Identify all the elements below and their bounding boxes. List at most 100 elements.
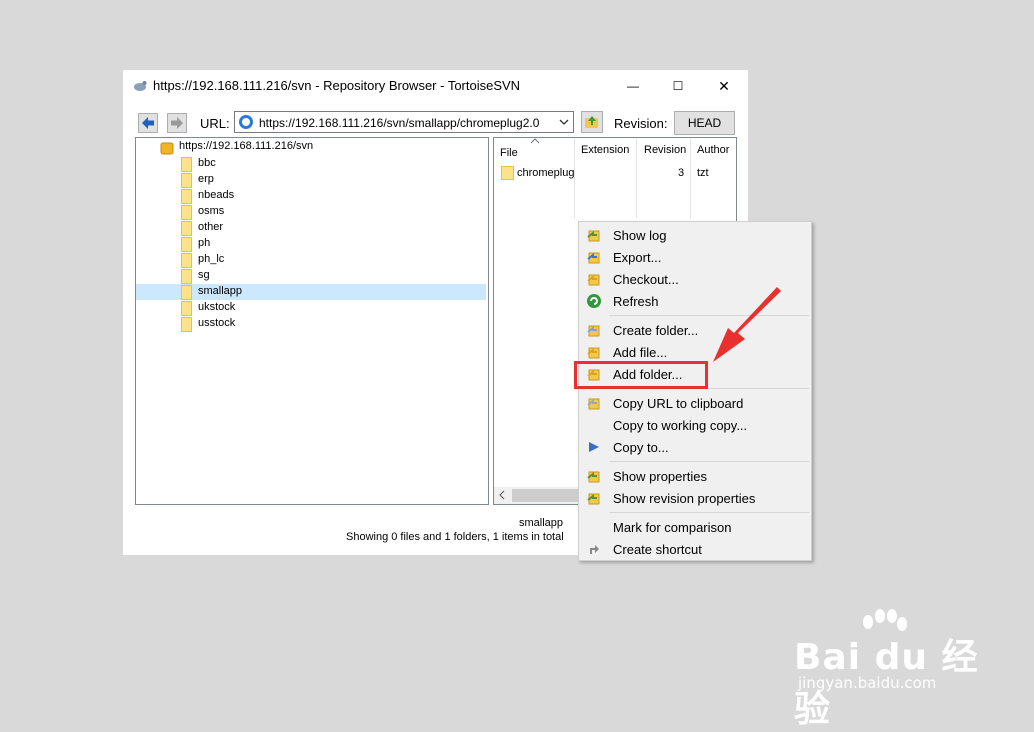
menu-item-label: Copy URL to clipboard (613, 396, 744, 411)
chevron-down-icon[interactable] (557, 115, 571, 129)
menu-separator (609, 315, 809, 316)
menu-item-label: Add file... (613, 345, 668, 360)
menu-item-show-log[interactable]: Show log (581, 224, 809, 246)
tree-item-ukstock[interactable]: ukstock (136, 300, 486, 316)
tree-item-label: erp (198, 173, 214, 185)
close-button[interactable]: ✕ (706, 74, 742, 98)
menu-item-copy-url-to-clipboard[interactable]: Copy URL to clipboard (581, 392, 809, 414)
create-folder-icon (587, 325, 600, 337)
repository-tree[interactable]: https://192.168.111.216/svn bbc erp nbeads… (135, 137, 489, 505)
menu-item-label: Show properties (613, 469, 707, 484)
maximize-button[interactable]: ☐ (660, 74, 696, 98)
folder-icon (501, 166, 514, 180)
menu-item-label: Copy to working copy... (613, 418, 748, 433)
column-header-extension[interactable]: Extension (581, 144, 629, 156)
folder-icon (181, 301, 192, 316)
folder-icon (181, 237, 192, 252)
file-row[interactable]: chromeplug 3 tzt (501, 166, 731, 182)
menu-item-show-revision-properties[interactable]: Show revision properties (581, 487, 809, 509)
status-selection: smallapp (519, 517, 564, 529)
checkout-icon (587, 274, 600, 286)
status-summary: Showing 0 files and 1 folders, 1 items i… (346, 531, 564, 543)
column-header-revision[interactable]: Revision (644, 144, 686, 156)
menu-item-copy-to[interactable]: Copy to... (581, 436, 809, 458)
folder-icon (181, 253, 192, 268)
menu-item-create-shortcut[interactable]: Create shortcut (581, 538, 809, 560)
column-header-author[interactable]: Author (697, 144, 729, 156)
tree-item-label: ph (198, 237, 211, 249)
repository-root-icon (160, 142, 174, 155)
up-folder-button[interactable] (581, 111, 603, 133)
folder-icon (181, 317, 192, 332)
revision-head-button[interactable]: HEAD (674, 111, 735, 135)
tree-item-sg[interactable]: sg (136, 268, 486, 284)
window-title: https://192.168.111.216/svn - Repository… (153, 78, 521, 93)
folder-icon (181, 221, 192, 236)
file-author: tzt (697, 167, 709, 179)
tree-root-label[interactable]: https://192.168.111.216/svn (179, 140, 313, 156)
menu-item-copy-to-working-copy[interactable]: Copy to working copy... (581, 414, 809, 436)
menu-item-label: Create shortcut (613, 542, 702, 557)
column-header-file[interactable]: File (500, 147, 518, 159)
copy-url-icon (587, 398, 600, 410)
forward-button[interactable] (167, 113, 187, 133)
tree-item-ph-lc[interactable]: ph_lc (136, 252, 486, 268)
menu-item-create-folder[interactable]: Create folder... (581, 319, 809, 341)
menu-item-show-properties[interactable]: Show properties (581, 465, 809, 487)
folder-icon (181, 157, 192, 172)
tree-item-label: sg (198, 269, 210, 281)
scrollbar-thumb[interactable] (512, 489, 582, 502)
sort-ascending-icon (530, 138, 540, 144)
menu-item-mark-for-comparison[interactable]: Mark for comparison (581, 516, 809, 538)
menu-item-label: Copy to... (613, 440, 669, 455)
folder-icon (181, 285, 192, 300)
menu-item-label: Show log (613, 228, 667, 243)
highlight-box (574, 361, 708, 389)
tree-item-label: nbeads (198, 189, 235, 201)
forward-arrow-icon (171, 117, 183, 129)
add-file-icon (587, 347, 600, 359)
export-icon (587, 252, 600, 264)
menu-item-checkout[interactable]: Checkout... (581, 268, 809, 290)
tree-item-ph[interactable]: ph (136, 236, 486, 252)
tree-item-nbeads[interactable]: nbeads (136, 188, 486, 204)
folder-icon (181, 205, 192, 220)
file-revision: 3 (678, 167, 685, 179)
tree-item-smallapp[interactable]: smallapp (136, 284, 486, 300)
tree-item-label: smallapp (198, 285, 243, 297)
menu-item-export[interactable]: Export... (581, 246, 809, 268)
back-button[interactable] (138, 113, 158, 133)
menu-item-label: Checkout... (613, 272, 679, 287)
url-combobox[interactable]: https://192.168.111.216/svn/smallapp/chr… (234, 111, 574, 133)
show-log-icon (587, 230, 600, 242)
folder-icon (181, 189, 192, 204)
tree-item-label: osms (198, 205, 225, 217)
tree-item-erp[interactable]: erp (136, 172, 486, 188)
tree-item-usstock[interactable]: usstock (136, 316, 486, 332)
tree-item-label: usstock (198, 317, 236, 329)
repository-url-icon (239, 115, 253, 129)
title-bar: https://192.168.111.216/svn - Repository… (123, 70, 748, 102)
menu-item-label: Refresh (613, 294, 659, 309)
tree-item-other[interactable]: other (136, 220, 486, 236)
back-arrow-icon (142, 117, 154, 129)
tree-item-label: ph_lc (198, 253, 225, 265)
tree-item-osms[interactable]: osms (136, 204, 486, 220)
tree-item-bbc[interactable]: bbc (136, 156, 486, 172)
menu-item-refresh[interactable]: Refresh (581, 290, 809, 312)
watermark: Bai du 经验 jingyan.baidu.com (794, 608, 984, 730)
menu-item-add-file[interactable]: Add file... (581, 341, 809, 363)
show-properties-icon (587, 471, 600, 483)
menu-item-label: Mark for comparison (613, 520, 732, 535)
tortoise-app-icon (134, 81, 147, 91)
toolbar: URL: https://192.168.111.216/svn/smallap… (123, 110, 748, 136)
refresh-icon (587, 294, 601, 308)
menu-item-label: Show revision properties (613, 491, 756, 506)
context-menu: Show log Export... Checkout... Refresh Creat… (578, 221, 812, 561)
scroll-left-icon[interactable] (497, 490, 507, 500)
minimize-button[interactable]: — (615, 74, 651, 98)
create-shortcut-icon (590, 545, 599, 554)
url-input[interactable]: https://192.168.111.216/svn/smallapp/chr… (259, 116, 539, 130)
revision-label: Revision: (614, 116, 668, 131)
tree-item-label: bbc (198, 157, 216, 169)
